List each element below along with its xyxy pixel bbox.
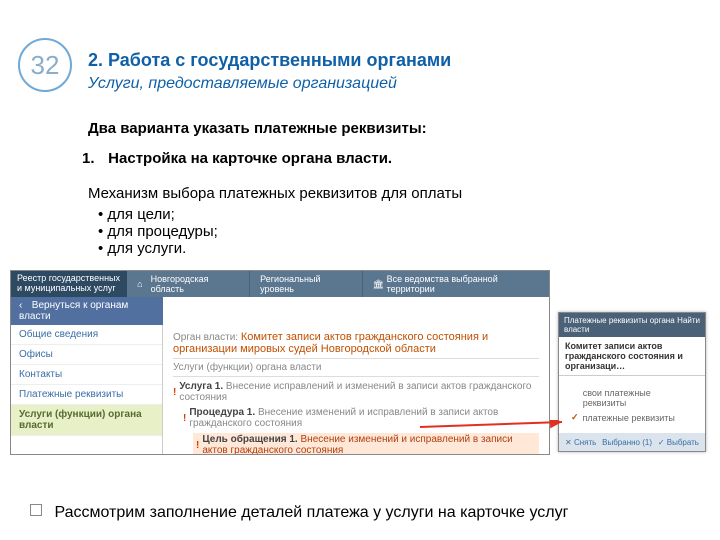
- mechanism-item: для процедуры;: [98, 223, 462, 240]
- step-1-text: Настройка на карточке органа власти.: [108, 150, 392, 167]
- warning-icon: !: [173, 387, 176, 398]
- popup-org: Комитет записи актов гражданского состоя…: [559, 337, 705, 376]
- back-icon: [19, 300, 29, 310]
- section-heading: Услуги (функции) органа власти: [173, 362, 539, 373]
- popup-clear[interactable]: ✕ Снять: [565, 438, 596, 447]
- slide-title: 2. Работа с государственными органами: [88, 50, 700, 71]
- popup-search[interactable]: Найти: [677, 316, 700, 334]
- authority-label: Орган власти:: [173, 332, 238, 343]
- step-1-number: 1.: [82, 150, 104, 167]
- service-row[interactable]: ! Услуга 1. Внесение исправлений и измен…: [173, 381, 539, 403]
- check-icon: ✓: [571, 412, 579, 423]
- popup-choose[interactable]: ✓ Выбрать: [658, 438, 699, 447]
- mechanism-item: для услуги.: [98, 240, 462, 257]
- warning-icon: !: [196, 440, 199, 451]
- footnote-text: Рассмотрим заполнение деталей платежа у …: [54, 504, 568, 521]
- popup-option-req[interactable]: ✓ платежные реквизиты: [571, 412, 693, 423]
- intro-text: Два варианта указать платежные реквизиты…: [88, 120, 427, 137]
- popup-title: Платежные реквизиты органа власти: [564, 316, 677, 334]
- side-nav: Общие сведения Офисы Контакты Платежные …: [11, 325, 163, 455]
- popup-selected: Выбранно (1): [602, 438, 652, 447]
- warning-icon: !: [183, 413, 186, 424]
- payment-details-popup: Платежные реквизиты органа власти Найти …: [558, 312, 706, 452]
- authority-card-screenshot: Реестр государственных и муниципальных у…: [10, 270, 550, 455]
- popup-footer: ✕ Снять Выбранно (1) ✓ Выбрать: [559, 433, 705, 451]
- content-pane: Орган власти: Комитет записи актов гражд…: [163, 325, 549, 455]
- step-1: 1. Настройка на карточке органа власти.: [82, 150, 392, 167]
- mechanism-item: для цели;: [98, 206, 462, 223]
- nav-general[interactable]: Общие сведения: [11, 325, 162, 345]
- popup-option-own[interactable]: свои платежные реквизиты: [571, 388, 693, 408]
- mechanism-heading: Механизм выбора платежных реквизитов для…: [88, 185, 462, 202]
- home-icon: [137, 279, 146, 289]
- breadcrumb-region[interactable]: Новгородская область: [127, 271, 250, 297]
- slide-subtitle: Услуги, предоставляемые организацией: [88, 75, 700, 93]
- slide-number-badge: 32: [18, 38, 72, 92]
- breadcrumb-level[interactable]: Региональный уровень: [250, 271, 362, 297]
- top-bar: Реестр государственных и муниципальных у…: [11, 271, 549, 297]
- slide-header: 2. Работа с государственными органами Ус…: [88, 50, 700, 93]
- nav-services[interactable]: Услуги (функции) органа власти: [11, 405, 162, 436]
- square-bullet-icon: [30, 504, 42, 516]
- footnote: Рассмотрим заполнение деталей платежа у …: [30, 504, 700, 522]
- nav-offices[interactable]: Офисы: [11, 345, 162, 365]
- building-icon: [373, 279, 383, 289]
- procedure-row[interactable]: ! Процедура 1. Внесение изменений и испр…: [183, 407, 539, 429]
- breadcrumb-dept[interactable]: Все ведомства выбранной территории: [363, 271, 549, 297]
- nav-payment[interactable]: Платежные реквизиты: [11, 385, 162, 405]
- popup-header: Платежные реквизиты органа власти Найти: [559, 313, 705, 337]
- mechanism-block: Механизм выбора платежных реквизитов для…: [88, 185, 462, 257]
- goal-row[interactable]: ! Цель обращения 1. Внесение изменений и…: [193, 433, 539, 455]
- back-link[interactable]: Вернуться к органам власти: [11, 297, 163, 325]
- registry-logo: Реестр государственных и муниципальных у…: [11, 271, 127, 297]
- nav-contacts[interactable]: Контакты: [11, 365, 162, 385]
